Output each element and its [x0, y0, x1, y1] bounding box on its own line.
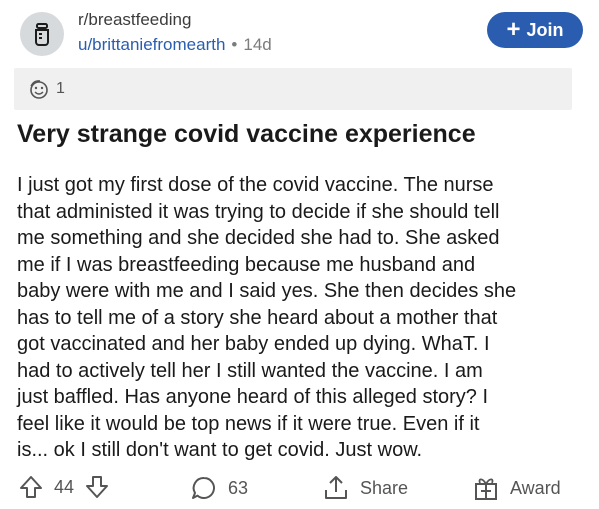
post-body: I just got my first dose of the covid va…: [17, 174, 517, 461]
join-label: Join: [526, 19, 564, 40]
post-meta: u/brittaniefromearth • 14d: [78, 35, 272, 55]
subreddit-name[interactable]: r/breastfeeding: [78, 10, 191, 30]
share-label: Share: [360, 477, 409, 498]
comment-count: 63: [228, 477, 249, 498]
vote-group: 44: [18, 474, 110, 500]
baby-bottle-icon: [35, 23, 49, 46]
downvote-icon[interactable]: [84, 474, 110, 500]
share-icon: [325, 476, 347, 499]
post-age: 14d: [243, 35, 272, 54]
award-face-icon: [30, 80, 48, 99]
subreddit-avatar[interactable]: [20, 12, 64, 56]
gift-icon: [475, 478, 497, 500]
award-button[interactable]: Award: [472, 474, 561, 502]
author-link[interactable]: u/brittaniefromearth: [78, 35, 225, 54]
post-header: r/breastfeeding u/brittaniefromearth • 14d…: [16, 8, 583, 58]
post-title: Very strange covid vaccine experience: [17, 120, 476, 148]
comments-button[interactable]: 63: [190, 474, 248, 502]
vote-score: 44: [54, 476, 75, 497]
award-bar[interactable]: 1: [14, 68, 572, 110]
share-button[interactable]: Share: [322, 474, 408, 502]
award-label: Award: [510, 477, 561, 498]
comment-icon: [192, 476, 215, 499]
award-count: 1: [56, 80, 65, 97]
plus-icon: +: [506, 16, 521, 43]
action-bar: 44 63 Share Award: [14, 468, 584, 504]
join-button[interactable]: + Join: [487, 12, 583, 48]
meta-separator: •: [231, 35, 238, 54]
upvote-icon[interactable]: [18, 474, 44, 500]
